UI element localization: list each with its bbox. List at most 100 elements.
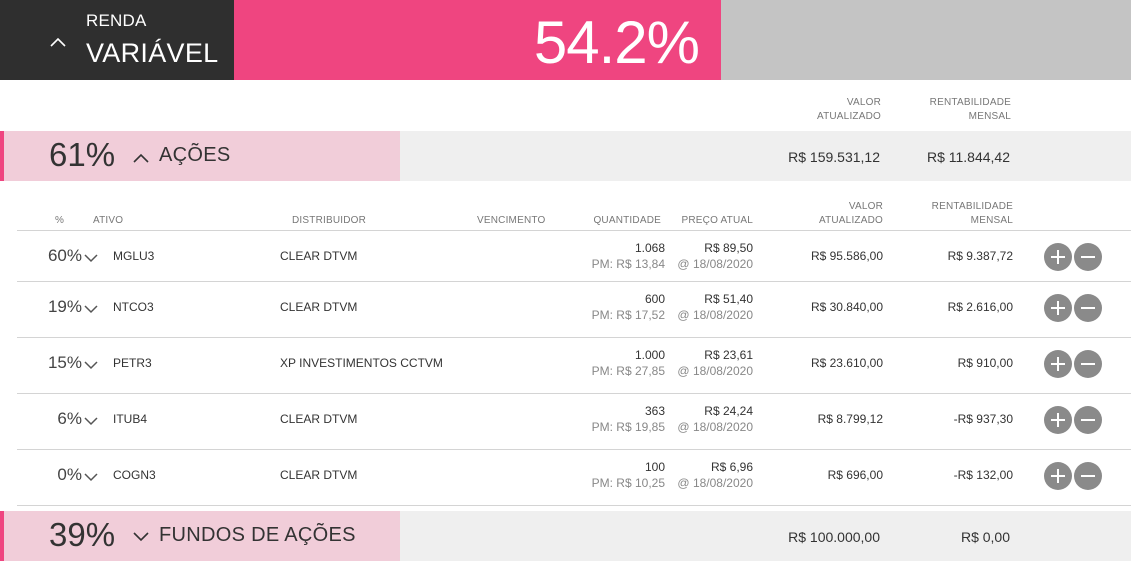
row-distribuidor: CLEAR DTVM <box>280 300 358 314</box>
category-toggle[interactable]: RENDA VARIÁVEL <box>0 0 234 80</box>
row-preco-medio: PM: R$ 27,85 <box>591 364 665 378</box>
summary-header-valor-line2: ATUALIZADO <box>816 111 881 122</box>
row-preco-medio: PM: R$ 19,85 <box>591 420 665 434</box>
row-ticker: ITUB4 <box>113 412 148 426</box>
table-row: 0% COGN3 CLEAR DTVM 100 PM: R$ 10,25 R$ … <box>17 449 1131 505</box>
row-ticker: NTCO3 <box>113 300 154 314</box>
row-rentabilidade: R$ 9.387,72 <box>947 249 1013 263</box>
col-header-ativo: ATIVO <box>93 215 124 226</box>
col-header-quantidade: QUANTIDADE <box>593 215 661 226</box>
chevron-up-icon <box>50 37 66 47</box>
table-bottom-divider <box>17 505 1131 506</box>
row-distribuidor: CLEAR DTVM <box>280 249 358 263</box>
col-header-valor-line1: VALOR <box>848 201 883 212</box>
row-distribuidor: XP INVESTIMENTOS CCTVM <box>280 356 443 370</box>
row-preco-atual: R$ 89,50 <box>704 241 753 255</box>
row-rentabilidade: R$ 2.616,00 <box>947 300 1013 314</box>
category-percent: 54.2% <box>533 9 700 76</box>
row-preco-medio: PM: R$ 13,84 <box>591 257 665 271</box>
add-button[interactable] <box>1044 406 1072 434</box>
col-header-preco-atual: PREÇO ATUAL <box>681 215 753 226</box>
row-percent: 15% <box>47 353 82 372</box>
row-valor-atualizado: R$ 696,00 <box>827 468 883 482</box>
row-quantidade: 363 <box>644 404 665 418</box>
section-fundos-acoes-toggle[interactable]: 39% FUNDOS DE AÇÕES <box>0 511 400 561</box>
add-button[interactable] <box>1044 243 1072 271</box>
summary-header-valor: VALOR ATUALIZADO <box>817 96 881 124</box>
chevron-down-icon[interactable] <box>84 472 98 482</box>
row-distribuidor: CLEAR DTVM <box>280 412 358 426</box>
row-ticker: PETR3 <box>113 356 152 370</box>
row-preco-atual: R$ 23,61 <box>704 348 753 362</box>
section-acoes-percent: 61% <box>49 136 116 173</box>
col-header-rent-line1: RENTABILIDADE <box>931 201 1013 212</box>
category-allocation-bar: 54.2% <box>234 0 721 80</box>
row-distribuidor: CLEAR DTVM <box>280 468 358 482</box>
row-preco-medio: PM: R$ 17,52 <box>591 308 665 322</box>
chevron-down-icon <box>133 532 149 542</box>
row-data-cotacao: @ 18/08/2020 <box>677 364 753 378</box>
col-header-percent: % <box>55 215 65 226</box>
row-data-cotacao: @ 18/08/2020 <box>677 257 753 271</box>
table-row: 15% PETR3 XP INVESTIMENTOS CCTVM 1.000 P… <box>17 337 1131 393</box>
remove-button[interactable] <box>1074 462 1102 490</box>
row-data-cotacao: @ 18/08/2020 <box>677 420 753 434</box>
row-percent: 0% <box>57 465 82 484</box>
row-data-cotacao: @ 18/08/2020 <box>677 308 753 322</box>
row-preco-atual: R$ 24,24 <box>704 404 753 418</box>
col-header-valor-atualizado: VALOR ATUALIZADO <box>819 200 883 228</box>
col-header-valor-line2: ATUALIZADO <box>818 215 883 226</box>
section-acoes-title: AÇÕES <box>159 144 231 166</box>
chevron-down-icon[interactable] <box>84 360 98 370</box>
section-fundos-acoes-title: FUNDOS DE AÇÕES <box>159 524 356 546</box>
row-preco-medio: PM: R$ 10,25 <box>591 476 665 490</box>
remove-button[interactable] <box>1074 243 1102 271</box>
remove-button[interactable] <box>1074 294 1102 322</box>
row-percent: 6% <box>57 409 82 428</box>
section-fundos-acoes-percent: 39% <box>49 516 116 553</box>
table-row: 6% ITUB4 CLEAR DTVM 363 PM: R$ 19,85 R$ … <box>17 393 1131 449</box>
add-button[interactable] <box>1044 462 1072 490</box>
row-quantidade: 1.068 <box>634 241 665 255</box>
chevron-down-icon[interactable] <box>84 304 98 314</box>
row-percent: 19% <box>47 297 82 316</box>
row-preco-atual: R$ 6,96 <box>710 460 753 474</box>
row-rentabilidade: -R$ 937,30 <box>953 412 1013 426</box>
row-quantidade: 1.000 <box>634 348 665 362</box>
table-row: 60% MGLU3 CLEAR DTVM 1.068 PM: R$ 13,84 … <box>17 230 1131 286</box>
section-acoes-toggle[interactable]: 61% AÇÕES <box>0 131 400 181</box>
section-acoes-valor: R$ 159.531,12 <box>788 149 880 165</box>
row-valor-atualizado: R$ 30.840,00 <box>810 300 883 314</box>
add-button[interactable] <box>1044 294 1072 322</box>
section-fundos-acoes: 39% FUNDOS DE AÇÕES R$ 100.000,00 R$ 0,0… <box>0 511 1131 561</box>
row-data-cotacao: @ 18/08/2020 <box>677 476 753 490</box>
summary-header-valor-line1: VALOR <box>846 97 881 108</box>
row-quantidade: 100 <box>644 460 665 474</box>
row-rentabilidade: -R$ 132,00 <box>953 468 1013 482</box>
chevron-up-icon <box>133 153 149 163</box>
remove-button[interactable] <box>1074 406 1102 434</box>
section-fundos-acoes-rentabilidade: R$ 0,00 <box>960 529 1010 545</box>
row-percent: 60% <box>47 246 82 265</box>
col-header-rentabilidade-mensal: RENTABILIDADE MENSAL <box>932 200 1013 228</box>
summary-header-rentabilidade: RENTABILIDADE MENSAL <box>930 96 1011 124</box>
row-valor-atualizado: R$ 8.799,12 <box>817 412 883 426</box>
section-fundos-acoes-valor: R$ 100.000,00 <box>788 529 880 545</box>
remove-button[interactable] <box>1074 350 1102 378</box>
category-title-line2: VARIÁVEL <box>86 38 219 68</box>
category-title-line1: RENDA <box>86 11 147 30</box>
col-header-distribuidor: DISTRIBUIDOR <box>292 215 367 226</box>
summary-header-rent-line1: RENTABILIDADE <box>929 97 1011 108</box>
row-ticker: COGN3 <box>113 468 156 482</box>
row-preco-atual: R$ 51,40 <box>704 292 753 306</box>
row-rentabilidade: R$ 910,00 <box>957 356 1013 370</box>
section-acoes: 61% AÇÕES R$ 159.531,12 R$ 11.844,42 <box>0 131 1131 181</box>
chevron-down-icon[interactable] <box>84 416 98 426</box>
chevron-down-icon[interactable] <box>84 253 98 263</box>
col-header-vencimento: VENCIMENTO <box>477 215 546 226</box>
row-ticker: MGLU3 <box>113 249 155 263</box>
table-row: 19% NTCO3 CLEAR DTVM 600 PM: R$ 17,52 R$… <box>17 281 1131 337</box>
col-header-rent-line2: MENSAL <box>970 215 1013 226</box>
row-valor-atualizado: R$ 23.610,00 <box>810 356 883 370</box>
add-button[interactable] <box>1044 350 1072 378</box>
